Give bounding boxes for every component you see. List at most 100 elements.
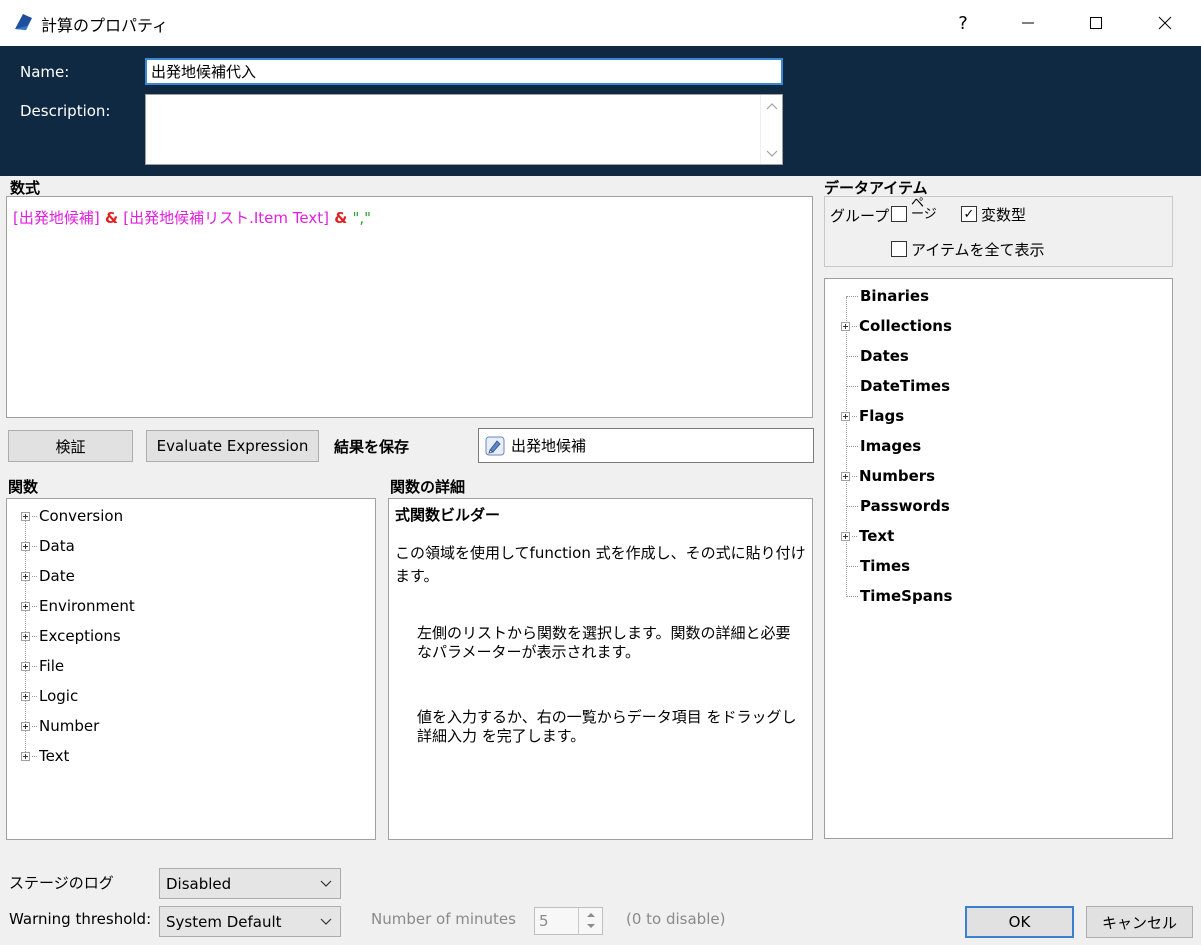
data-item-icon — [485, 436, 505, 455]
show-all-label: アイテムを全て表示 — [911, 241, 1045, 259]
tree-connector — [852, 535, 857, 537]
details-instruction-2: 値を入力するか、右の一覧からデータ項目 をドラッグし詳細入力 を完了します。 — [417, 708, 797, 745]
data-item-group[interactable]: Numbers — [841, 465, 935, 487]
data-item-group[interactable]: Times — [841, 555, 910, 577]
stepper-up-icon[interactable] — [586, 912, 596, 918]
name-input[interactable] — [145, 58, 783, 85]
formula-token: "," — [352, 209, 372, 227]
save-result-value: 出発地候補 — [511, 437, 587, 455]
expand-icon[interactable] — [841, 411, 850, 421]
formula-token: [出発地候補] — [13, 209, 100, 227]
data-items-tree[interactable]: Binaries Collections Dates DateTimes Flags Im… — [824, 278, 1173, 839]
tree-connector — [32, 635, 37, 637]
minutes-label: Number of minutes — [371, 910, 516, 928]
data-item-group[interactable]: Passwords — [841, 495, 950, 517]
page-checkbox[interactable] — [891, 206, 907, 222]
data-item-group-label: Numbers — [859, 467, 936, 485]
function-group-item[interactable]: Logic — [21, 685, 78, 707]
function-group-item[interactable]: File — [21, 655, 64, 677]
data-item-group-label: Times — [860, 557, 911, 575]
function-group-item[interactable]: Exceptions — [21, 625, 121, 647]
evaluate-expression-button[interactable]: Evaluate Expression — [146, 430, 319, 462]
variable-type-label: 変数型 — [981, 206, 1027, 224]
function-group-label: File — [39, 657, 65, 675]
data-item-group[interactable]: Binaries — [841, 285, 929, 307]
show-all-checkbox[interactable] — [891, 241, 907, 257]
data-item-group-label: Dates — [860, 347, 909, 365]
scroll-up-icon[interactable] — [766, 101, 778, 111]
tree-connector — [846, 355, 858, 357]
cancel-button[interactable]: キャンセル — [1086, 906, 1193, 938]
stage-log-value: Disabled — [166, 874, 232, 893]
tree-connector — [852, 475, 857, 477]
function-group-item[interactable]: Data — [21, 535, 75, 557]
stepper-down-icon[interactable] — [586, 923, 596, 929]
minimize-button[interactable] — [1005, 8, 1051, 38]
function-group-label: Exceptions — [39, 627, 121, 645]
data-item-group-label: Flags — [859, 407, 905, 425]
tree-connector — [852, 415, 857, 417]
verify-button[interactable]: 検証 — [8, 430, 133, 462]
expand-icon[interactable] — [21, 751, 30, 761]
function-group-label: Environment — [39, 597, 135, 615]
function-group-item[interactable]: Date — [21, 565, 75, 587]
expand-icon[interactable] — [21, 571, 30, 581]
tree-connector — [32, 665, 37, 667]
tree-connector — [32, 545, 37, 547]
stepper-buttons[interactable] — [578, 908, 602, 934]
tree-connector — [846, 445, 858, 447]
data-item-group-label: Text — [859, 527, 895, 545]
function-group-item[interactable]: Environment — [21, 595, 135, 617]
maximize-icon — [1090, 17, 1102, 29]
data-item-group[interactable]: TimeSpans — [841, 585, 952, 607]
close-button[interactable] — [1142, 8, 1188, 38]
stage-log-select[interactable]: Disabled — [159, 868, 341, 899]
expand-icon[interactable] — [21, 661, 30, 671]
expand-icon[interactable] — [21, 691, 30, 701]
expand-icon[interactable] — [21, 511, 30, 521]
ok-button[interactable]: OK — [965, 906, 1074, 938]
help-button[interactable]: ? — [940, 8, 986, 38]
function-group-item[interactable]: Number — [21, 715, 99, 737]
data-item-group[interactable]: Images — [841, 435, 921, 457]
expand-icon[interactable] — [841, 321, 850, 331]
data-item-group[interactable]: DateTimes — [841, 375, 950, 397]
maximize-button[interactable] — [1073, 8, 1119, 38]
variable-type-checkbox[interactable]: ✓ — [961, 206, 977, 222]
data-item-group-label: Collections — [859, 317, 952, 335]
formula-token: & — [99, 209, 124, 227]
warning-threshold-value: System Default — [166, 912, 282, 931]
data-item-group[interactable]: Flags — [841, 405, 904, 427]
formula-token: & — [328, 209, 353, 227]
tree-connector — [32, 725, 37, 727]
data-items-label: データアイテム — [824, 179, 928, 197]
window-title: 計算のプロパティ — [41, 16, 169, 35]
expand-icon[interactable] — [21, 601, 30, 611]
scroll-down-icon[interactable] — [766, 149, 778, 159]
function-group-item[interactable]: Conversion — [21, 505, 123, 527]
formula-editor[interactable]: [出発地候補] & [出発地候補リスト.Item Text] & "," — [6, 196, 813, 418]
function-details-label: 関数の詳細 — [390, 478, 466, 496]
save-result-field[interactable]: 出発地候補 — [478, 428, 814, 463]
data-item-group-label: Passwords — [860, 497, 950, 515]
expand-icon[interactable] — [841, 531, 850, 541]
warning-threshold-select[interactable]: System Default — [159, 906, 341, 937]
data-item-group[interactable]: Text — [841, 525, 894, 547]
name-label: Name: — [20, 63, 70, 81]
data-item-group[interactable]: Dates — [841, 345, 909, 367]
functions-tree[interactable]: Conversion Data Date Environment Exceptions F… — [6, 498, 376, 840]
expand-icon[interactable] — [21, 721, 30, 731]
function-group-item[interactable]: Text — [21, 745, 69, 767]
chevron-down-icon — [320, 918, 332, 925]
expand-icon[interactable] — [21, 631, 30, 641]
minutes-stepper[interactable]: 5 — [534, 907, 603, 935]
description-scrollbar[interactable] — [760, 95, 782, 164]
expand-icon[interactable] — [841, 471, 850, 481]
group-label: グループ — [830, 207, 890, 225]
data-item-group[interactable]: Collections — [841, 315, 952, 337]
description-input[interactable] — [145, 94, 783, 165]
tree-connector — [852, 325, 857, 327]
expand-icon[interactable] — [21, 541, 30, 551]
tree-connector — [846, 595, 858, 597]
tree-connector — [846, 295, 858, 297]
